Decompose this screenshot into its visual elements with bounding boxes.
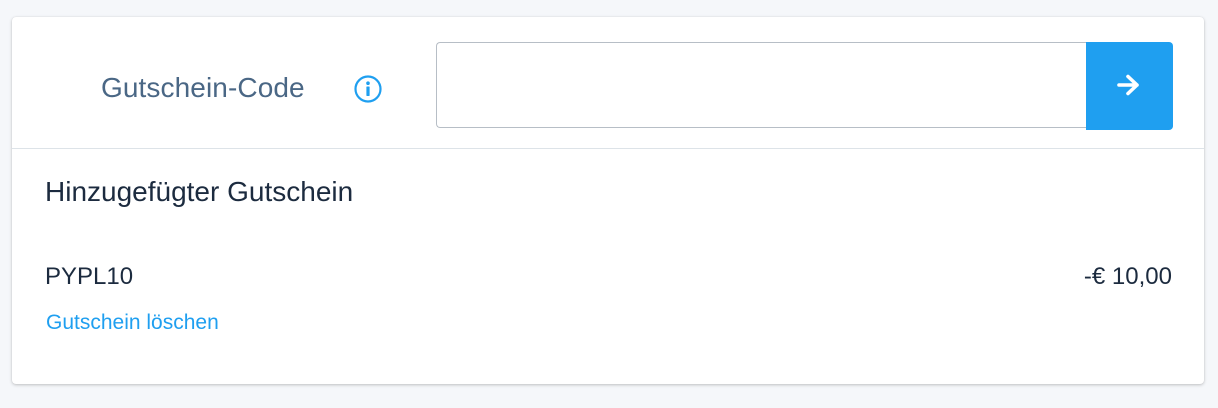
applied-coupon-heading: Hinzugefügter Gutschein xyxy=(45,176,354,207)
applied-coupon-code: PYPL10 xyxy=(45,263,134,290)
coupon-entry-row: Gutschein-Code xyxy=(12,17,1204,149)
info-icon[interactable] xyxy=(354,75,382,103)
apply-coupon-button[interactable] xyxy=(1086,42,1173,130)
applied-coupon-amount: -€ 10,00 xyxy=(1083,263,1172,290)
coupon-code-input[interactable] xyxy=(436,42,1086,128)
remove-coupon-link[interactable]: Gutschein löschen xyxy=(46,311,219,335)
coupon-code-label: Gutschein-Code xyxy=(101,72,305,103)
coupon-card: Gutschein-Code Hinzugefügter Gutschein P… xyxy=(12,17,1204,384)
